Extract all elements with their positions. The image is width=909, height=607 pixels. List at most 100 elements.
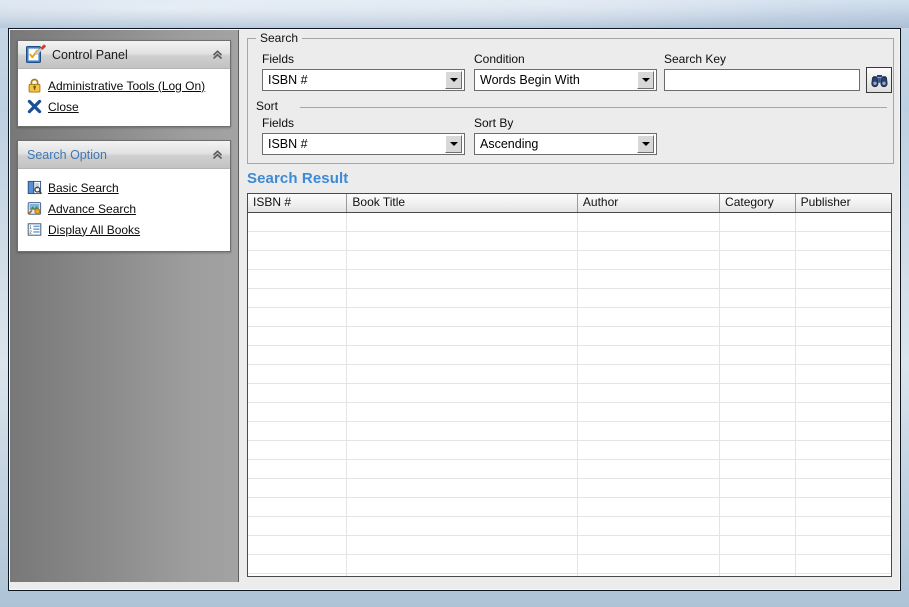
sort-by-select[interactable]: Ascending <box>474 133 657 155</box>
table-cell <box>578 308 721 326</box>
grid-header-cell[interactable]: Publisher <box>796 194 891 212</box>
sort-fields-select[interactable]: ISBN # <box>262 133 465 155</box>
table-cell <box>578 498 721 516</box>
book-gear-icon <box>27 202 42 215</box>
grid-body[interactable] <box>248 213 891 576</box>
table-cell <box>796 308 891 326</box>
table-cell <box>720 422 796 440</box>
table-cell <box>248 251 348 269</box>
table-row[interactable] <box>248 536 891 555</box>
condition-select[interactable]: Words Begin With <box>474 69 657 91</box>
table-cell <box>347 213 578 231</box>
table-cell <box>578 384 721 402</box>
table-cell <box>796 213 891 231</box>
table-cell <box>720 536 796 554</box>
table-row[interactable] <box>248 479 891 498</box>
grid-header-cell[interactable]: Author <box>578 194 721 212</box>
table-cell <box>796 403 891 421</box>
table-cell <box>720 574 796 576</box>
panel-body-search-option: Basic Search Advance Search 1 2 Display … <box>18 169 230 251</box>
table-cell <box>796 536 891 554</box>
collapse-button-control-panel[interactable] <box>208 46 226 64</box>
table-row[interactable] <box>248 498 891 517</box>
table-cell <box>248 384 348 402</box>
table-cell <box>347 251 578 269</box>
table-cell <box>720 384 796 402</box>
close-x-icon <box>882 9 892 18</box>
table-cell <box>347 327 578 345</box>
grid-header-cell[interactable]: Book Title <box>347 194 578 212</box>
sort-by-label: Sort By <box>474 116 514 130</box>
table-cell <box>578 327 721 345</box>
table-row[interactable] <box>248 251 891 270</box>
table-cell <box>796 517 891 535</box>
table-cell <box>248 365 348 383</box>
padlock-icon <box>28 78 41 93</box>
table-row[interactable] <box>248 270 891 289</box>
table-row[interactable] <box>248 289 891 308</box>
window-bottom-strip <box>10 582 899 589</box>
table-row[interactable] <box>248 308 891 327</box>
grid-header-cell[interactable]: ISBN # <box>248 194 348 212</box>
table-row[interactable] <box>248 327 891 346</box>
clipboard-check-icon <box>26 44 46 63</box>
desktop-backdrop: Control Panel Administrative Tools (Log … <box>0 0 909 607</box>
table-row[interactable] <box>248 422 891 441</box>
table-row[interactable] <box>248 517 891 536</box>
window-close-button[interactable] <box>876 4 898 23</box>
table-cell <box>578 555 721 573</box>
table-cell <box>796 479 891 497</box>
chevron-down-icon[interactable] <box>637 71 654 89</box>
panel-search-option: Search Option Basic Search Advance Searc… <box>17 140 231 252</box>
panel-header-search-option: Search Option <box>18 141 230 169</box>
table-cell <box>720 555 796 573</box>
chevron-down-icon[interactable] <box>445 135 462 153</box>
collapse-button-search-option[interactable] <box>208 146 226 164</box>
table-cell <box>578 479 721 497</box>
search-key-input[interactable] <box>664 69 860 91</box>
sidebar-item-administrative-tools[interactable]: Administrative Tools (Log On) <box>23 76 225 95</box>
table-cell <box>720 403 796 421</box>
panel-title-control-panel: Control Panel <box>52 47 128 62</box>
table-row[interactable] <box>248 574 891 576</box>
table-row[interactable] <box>248 555 891 574</box>
table-row[interactable] <box>248 213 891 232</box>
search-button[interactable] <box>866 67 892 93</box>
table-row[interactable] <box>248 365 891 384</box>
table-cell <box>347 555 578 573</box>
table-cell <box>248 441 348 459</box>
table-row[interactable] <box>248 403 891 422</box>
sidebar-item-basic-search[interactable]: Basic Search <box>23 178 225 197</box>
panel-title-search-option: Search Option <box>27 147 107 162</box>
table-row[interactable] <box>248 441 891 460</box>
table-cell <box>796 460 891 478</box>
table-cell <box>796 384 891 402</box>
chevron-down-icon[interactable] <box>637 135 654 153</box>
grid-header-cell[interactable]: Category <box>720 194 796 212</box>
table-row[interactable] <box>248 232 891 251</box>
table-cell <box>347 574 578 576</box>
table-row[interactable] <box>248 384 891 403</box>
table-cell <box>248 555 348 573</box>
table-cell <box>248 403 348 421</box>
table-cell <box>248 346 348 364</box>
table-cell <box>796 346 891 364</box>
table-cell <box>720 251 796 269</box>
sort-groupbox-legend: Sort <box>256 99 285 113</box>
numbered-list-icon: 1 2 <box>27 223 42 236</box>
table-row[interactable] <box>248 346 891 365</box>
table-cell <box>578 365 721 383</box>
table-row[interactable] <box>248 460 891 479</box>
table-cell <box>347 232 578 250</box>
sidebar-item-display-all-books[interactable]: 1 2 Display All Books <box>23 220 225 239</box>
chevron-down-icon[interactable] <box>445 71 462 89</box>
search-result-grid[interactable]: ISBN # Book Title Author Category Publisher <box>247 193 892 577</box>
sidebar-item-label: Administrative Tools (Log On) <box>48 78 206 93</box>
sidebar-item-advance-search[interactable]: Advance Search <box>23 199 225 218</box>
table-cell <box>248 289 348 307</box>
table-cell <box>796 270 891 288</box>
table-cell <box>347 289 578 307</box>
search-fields-select[interactable]: ISBN # <box>262 69 465 91</box>
sidebar-item-close[interactable]: Close <box>23 97 225 116</box>
table-cell <box>796 555 891 573</box>
